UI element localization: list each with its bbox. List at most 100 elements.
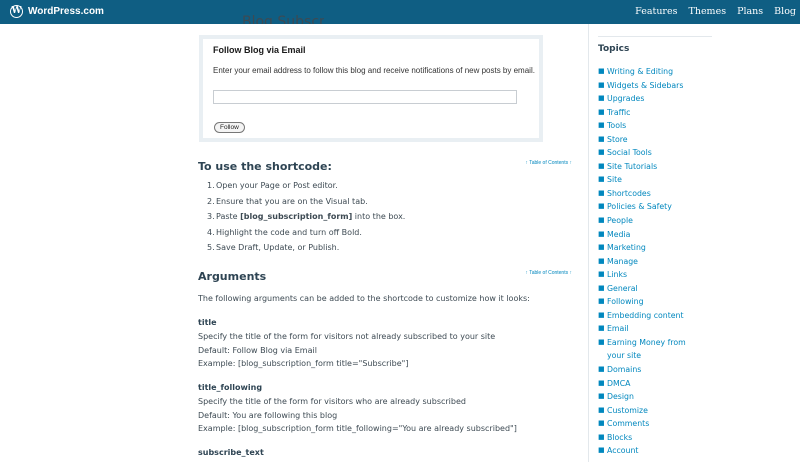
topic-item[interactable]: ■ Media xyxy=(598,228,707,242)
topic-item[interactable]: ■ Traffic xyxy=(598,106,707,120)
toc-link[interactable]: ↑ Table of Contents ↑ xyxy=(525,270,572,276)
topic-item[interactable]: ■ Policies & Safety xyxy=(598,200,707,214)
list-item: 5. Save Draft, Update, or Publish. xyxy=(207,243,340,253)
topic-link[interactable]: Marketing xyxy=(607,241,707,255)
topic-item[interactable]: ■ Following xyxy=(598,295,707,309)
arguments-heading: Arguments xyxy=(198,270,267,283)
bullet-icon: ■ xyxy=(598,365,605,374)
nav-blog[interactable]: Blog xyxy=(774,6,796,17)
topic-item[interactable]: ■ Social Tools xyxy=(598,146,707,160)
topic-link[interactable]: Design xyxy=(607,390,707,404)
email-field[interactable] xyxy=(213,90,517,104)
topic-link[interactable]: Traffic xyxy=(607,106,707,120)
topic-link[interactable]: Upgrades xyxy=(607,92,707,106)
topic-item[interactable]: ■ Customize xyxy=(598,404,707,418)
topics-heading: Topics xyxy=(598,44,630,54)
argument-name: title xyxy=(198,318,217,327)
topic-item[interactable]: ■ People xyxy=(598,214,707,228)
shortcode-heading: To use the shortcode: xyxy=(198,160,332,173)
topic-link[interactable]: Tools xyxy=(607,119,707,133)
topic-link[interactable]: Links xyxy=(607,268,707,282)
bullet-icon: ■ xyxy=(598,243,605,252)
topic-link[interactable]: Email xyxy=(607,322,707,336)
topic-link[interactable]: Customize xyxy=(607,404,707,418)
topic-item[interactable]: ■ Blocks xyxy=(598,431,707,445)
topic-item[interactable]: ■ Links xyxy=(598,268,707,282)
argument-default: Default: You are following this blog xyxy=(198,411,338,420)
list-item: 1. Open your Page or Post editor. xyxy=(207,181,338,190)
topic-link[interactable]: Writing & Editing xyxy=(607,65,707,79)
brand-link[interactable]: W WordPress.com xyxy=(10,5,104,18)
topic-link[interactable]: Embedding content xyxy=(607,309,707,323)
list-item: 2. Ensure that you are on the Visual tab. xyxy=(207,196,368,206)
topic-item[interactable]: ■ Store xyxy=(598,133,707,147)
follow-widget: Follow Blog via Email Enter your email a… xyxy=(199,35,543,142)
bullet-icon: ■ xyxy=(598,324,605,333)
topic-item[interactable]: ■ Account xyxy=(598,444,707,458)
topic-link[interactable]: Store xyxy=(607,133,707,147)
argument-name: subscribe_text xyxy=(198,448,264,457)
bullet-icon: ■ xyxy=(598,121,605,130)
topic-item[interactable]: ■ Comments xyxy=(598,417,707,431)
topic-link[interactable]: Following xyxy=(607,295,707,309)
bullet-icon: ■ xyxy=(598,80,605,89)
topic-item[interactable]: ■ DMCA xyxy=(598,377,707,391)
follow-button[interactable]: Follow xyxy=(214,122,245,133)
topic-item[interactable]: ■ Site Tutorials xyxy=(598,160,707,174)
topic-link[interactable]: Social Tools xyxy=(607,146,707,160)
wordpress-logo-icon: W xyxy=(10,5,23,18)
topic-item[interactable]: ■ Earning Money from your site xyxy=(598,336,707,363)
topic-item[interactable]: ■ Site xyxy=(598,173,707,187)
topic-link[interactable]: Earning Money from your site xyxy=(607,336,707,363)
topic-link[interactable]: Shortcodes xyxy=(607,187,707,201)
topic-link[interactable]: Comments xyxy=(607,417,707,431)
topic-link[interactable]: People xyxy=(607,214,707,228)
topic-link[interactable]: Policies & Safety xyxy=(607,200,707,214)
topic-link[interactable]: Manage xyxy=(607,255,707,269)
topic-link[interactable]: Domains xyxy=(607,363,707,377)
topic-item[interactable]: ■ Widgets & Sidebars xyxy=(598,79,707,93)
topic-link[interactable]: Media xyxy=(607,228,707,242)
topic-link[interactable]: DMCA xyxy=(607,377,707,391)
bullet-icon: ■ xyxy=(598,107,605,116)
topics-list: ■ Writing & Editing ■ Widgets & Sidebars ■ Up… xyxy=(598,65,707,458)
topic-item[interactable]: ■ Marketing xyxy=(598,241,707,255)
topic-item[interactable]: ■ Embedding content xyxy=(598,309,707,323)
bullet-icon: ■ xyxy=(598,432,605,441)
bullet-icon: ■ xyxy=(598,202,605,211)
widget-description: Enter your email address to follow this … xyxy=(213,66,535,75)
topic-link[interactable]: Site xyxy=(607,173,707,187)
bullet-icon: ■ xyxy=(598,392,605,401)
nav-themes[interactable]: Themes xyxy=(688,6,726,17)
topic-item[interactable]: ■ Email xyxy=(598,322,707,336)
topic-item[interactable]: ■ Writing & Editing xyxy=(598,65,707,79)
bullet-icon: ■ xyxy=(598,337,605,346)
topic-link[interactable]: Blocks xyxy=(607,431,707,445)
top-nav: Features Themes Plans Blog xyxy=(624,6,796,17)
nav-features[interactable]: Features xyxy=(635,6,677,17)
bullet-icon: ■ xyxy=(598,188,605,197)
page-title-clip: Blog Subscriptions xyxy=(242,12,324,24)
sidebar-rule xyxy=(598,36,712,37)
topic-item[interactable]: ■ General xyxy=(598,282,707,296)
topic-item[interactable]: ■ Upgrades xyxy=(598,92,707,106)
topic-item[interactable]: ■ Design xyxy=(598,390,707,404)
toc-link[interactable]: ↑ Table of Contents ↑ xyxy=(525,160,572,166)
argument-default: Default: Follow Blog via Email xyxy=(198,346,317,355)
nav-plans[interactable]: Plans xyxy=(737,6,763,17)
argument-description: Specify the title of the form for visito… xyxy=(198,397,466,406)
bullet-icon: ■ xyxy=(598,256,605,265)
topic-link[interactable]: Account xyxy=(607,444,707,458)
bullet-icon: ■ xyxy=(598,310,605,319)
topic-link[interactable]: Site Tutorials xyxy=(607,160,707,174)
topic-item[interactable]: ■ Manage xyxy=(598,255,707,269)
page-title: Blog Subscriptions xyxy=(242,14,324,24)
topic-item[interactable]: ■ Domains xyxy=(598,363,707,377)
list-item: 3. Paste [blog_subscription_form] into th… xyxy=(207,212,405,228)
bullet-icon: ■ xyxy=(598,134,605,143)
topic-item[interactable]: ■ Tools xyxy=(598,119,707,133)
bullet-icon: ■ xyxy=(598,405,605,414)
topic-item[interactable]: ■ Shortcodes xyxy=(598,187,707,201)
topic-link[interactable]: General xyxy=(607,282,707,296)
topic-link[interactable]: Widgets & Sidebars xyxy=(607,79,707,93)
